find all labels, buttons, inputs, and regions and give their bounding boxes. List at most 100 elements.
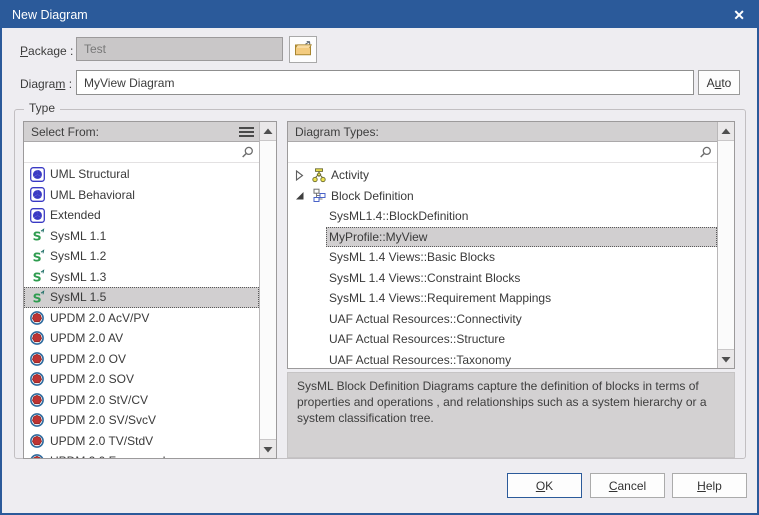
- tree-item-label: Activity: [331, 168, 369, 182]
- diagram-types-panel: Diagram Types:: [287, 121, 735, 369]
- activity-diagram-icon: [311, 168, 331, 183]
- close-icon[interactable]: ✕: [733, 8, 745, 22]
- folder-icon: [294, 40, 313, 60]
- diagram-name-input[interactable]: [76, 70, 694, 95]
- select-from-header: Select From:: [24, 122, 259, 142]
- scroll-down-icon[interactable]: [718, 349, 734, 368]
- list-item-label: UML Structural: [50, 167, 130, 181]
- list-item[interactable]: S SysML 1.2: [24, 246, 259, 267]
- updm-icon: [29, 454, 45, 458]
- updm-icon: [29, 392, 45, 407]
- diagram-types-search-row: [288, 142, 717, 163]
- select-from-search-row: [24, 142, 259, 163]
- list-item-label: UPDM 2.0 SOV: [50, 372, 134, 386]
- scrollbar-track[interactable]: [260, 141, 276, 439]
- tree-item-label: SysML1.4::BlockDefinition: [329, 209, 468, 223]
- list-item-label: UPDM 2.0 TV/StdV: [50, 434, 153, 448]
- select-from-panel: Select From:: [23, 121, 277, 459]
- tree-item[interactable]: SysML 1.4 Views::Basic Blocks: [288, 247, 717, 268]
- list-item[interactable]: S UPDM 2.0 SOV: [24, 369, 259, 390]
- select-from-filter-input[interactable]: [29, 143, 241, 161]
- svg-text:S: S: [32, 229, 41, 244]
- help-button[interactable]: Help: [672, 473, 747, 498]
- sysml-icon: S: [29, 249, 45, 264]
- list-item-label: UPDM 2.0 StV/CV: [50, 393, 148, 407]
- list-item-label: UPDM 2.0 Framework: [50, 454, 169, 458]
- ok-button[interactable]: OK: [507, 473, 582, 498]
- scroll-down-icon[interactable]: [260, 439, 276, 458]
- tree-item[interactable]: MyProfile::MyView: [326, 227, 717, 248]
- tree-item-label: SysML 1.4 Views::Basic Blocks: [329, 250, 495, 264]
- diagram-types-filter-input[interactable]: [293, 143, 699, 161]
- list-item-label: UPDM 2.0 AV: [50, 331, 123, 345]
- list-item[interactable]: S UPDM 2.0 OV: [24, 349, 259, 370]
- sysml-icon: S: [29, 269, 45, 284]
- list-item[interactable]: S UPDM 2.0 SV/SvcV: [24, 410, 259, 431]
- list-item-label: UPDM 2.0 SV/SvcV: [50, 413, 156, 427]
- browse-package-button[interactable]: [289, 36, 317, 63]
- expand-arrow-icon[interactable]: [295, 191, 311, 201]
- cancel-button[interactable]: Cancel: [590, 473, 665, 498]
- tree-item-label: SysML 1.4 Views::Constraint Blocks: [329, 271, 520, 285]
- diagram-types-tree: Activity: [288, 163, 717, 368]
- updm-icon: [29, 433, 45, 448]
- list-item[interactable]: S SysML 1.1: [24, 226, 259, 247]
- list-item-label: SysML 1.1: [50, 229, 106, 243]
- tree-item-label: Block Definition: [331, 189, 414, 203]
- tree-item[interactable]: SysML 1.4 Views::Requirement Mappings: [288, 288, 717, 309]
- list-item-label: SysML 1.2: [50, 249, 106, 263]
- tree-item[interactable]: Activity: [288, 165, 717, 186]
- svg-text:S: S: [32, 270, 41, 285]
- list-item-label: SysML 1.3: [50, 270, 106, 284]
- tree-item[interactable]: SysML 1.4 Views::Constraint Blocks: [288, 268, 717, 289]
- updm-icon: [29, 413, 45, 428]
- diagram-description: SysML Block Definition Diagrams capture …: [287, 372, 735, 458]
- uml-icon: [29, 208, 45, 223]
- tree-item[interactable]: UAF Actual Resources::Structure: [288, 329, 717, 350]
- tree-item-label: UAF Actual Resources::Connectivity: [329, 312, 522, 326]
- uml-icon: [29, 187, 45, 202]
- dialog-title: New Diagram: [12, 8, 88, 22]
- sysml-icon: S: [29, 290, 45, 305]
- scrollbar-track[interactable]: [718, 141, 734, 349]
- scroll-up-icon[interactable]: [718, 122, 734, 141]
- tree-item-label: MyProfile::MyView: [329, 230, 427, 244]
- list-item[interactable]: S SysML 1.3: [24, 267, 259, 288]
- tree-item[interactable]: UAF Actual Resources::Taxonomy: [288, 350, 717, 369]
- svg-text:S: S: [32, 249, 41, 264]
- list-item[interactable]: S UML Behavioral: [24, 185, 259, 206]
- tree-item[interactable]: UAF Actual Resources::Connectivity: [288, 309, 717, 330]
- updm-icon: [29, 331, 45, 346]
- list-item[interactable]: S Extended: [24, 205, 259, 226]
- tree-item[interactable]: Block Definition: [288, 186, 717, 207]
- scroll-up-icon[interactable]: [260, 122, 276, 141]
- select-from-scrollbar[interactable]: [259, 122, 276, 458]
- list-item[interactable]: S UML Structural: [24, 164, 259, 185]
- search-icon: [241, 146, 254, 159]
- hamburger-menu-icon[interactable]: [238, 126, 255, 138]
- list-item[interactable]: S UPDM 2.0 AV: [24, 328, 259, 349]
- list-item-label: UPDM 2.0 AcV/PV: [50, 311, 149, 325]
- uml-icon: [29, 167, 45, 182]
- select-from-header-label: Select From:: [31, 125, 238, 139]
- list-item[interactable]: S UPDM 2.0 TV/StdV: [24, 431, 259, 452]
- diagram-label: Diagram :: [20, 74, 72, 94]
- list-item[interactable]: S SysML 1.5: [24, 287, 259, 308]
- technology-list: S UML Structural: [24, 163, 259, 458]
- package-label: Package :: [20, 41, 73, 61]
- list-item-label: SysML 1.5: [50, 290, 106, 304]
- auto-button[interactable]: Auto: [698, 70, 740, 95]
- list-item[interactable]: S UPDM 2.0 Framework: [24, 451, 259, 458]
- title-bar[interactable]: New Diagram ✕: [2, 2, 757, 28]
- expand-arrow-icon[interactable]: [295, 170, 311, 181]
- diagram-types-scrollbar[interactable]: [717, 122, 734, 368]
- sysml-icon: S: [29, 228, 45, 243]
- list-item[interactable]: S UPDM 2.0 AcV/PV: [24, 308, 259, 329]
- tree-item-label: UAF Actual Resources::Taxonomy: [329, 353, 511, 367]
- tree-item[interactable]: SysML1.4::BlockDefinition: [288, 206, 717, 227]
- updm-icon: [29, 310, 45, 325]
- new-diagram-dialog: New Diagram ✕ Package : Diagram : Auto T…: [0, 0, 759, 515]
- list-item[interactable]: S UPDM 2.0 StV/CV: [24, 390, 259, 411]
- diagram-types-header-label: Diagram Types:: [295, 125, 713, 139]
- list-item-label: UPDM 2.0 OV: [50, 352, 126, 366]
